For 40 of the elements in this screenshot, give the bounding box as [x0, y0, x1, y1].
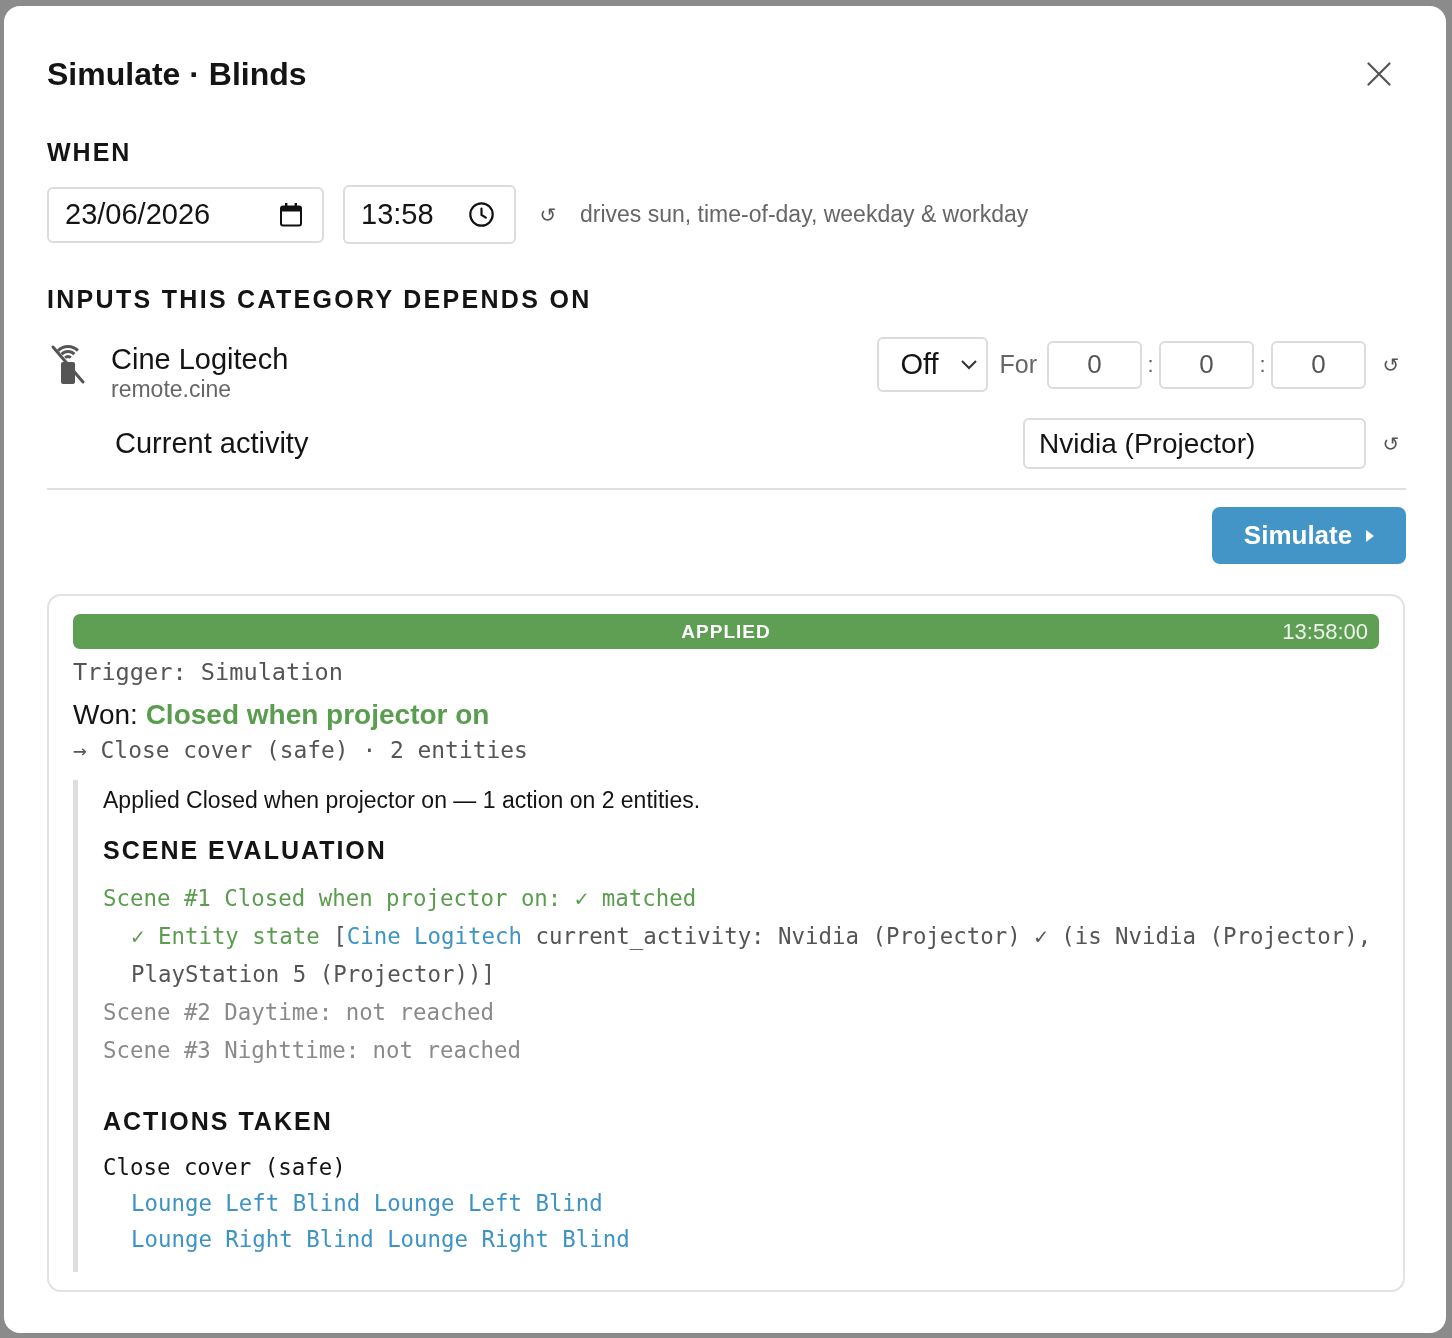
- time-field[interactable]: 13:58: [343, 185, 516, 244]
- status-label: APPLIED: [681, 620, 771, 643]
- caret-right-icon: [1366, 529, 1375, 542]
- attribute-label: Current activity: [115, 427, 309, 460]
- wireless-device-off-icon: [50, 342, 86, 385]
- winner-line: Won: Closed when projector on: [73, 698, 491, 732]
- close-icon: [1367, 62, 1391, 86]
- trigger-text: Trigger: Simulation: [73, 657, 344, 688]
- scene-result: Scene #3 Nighttime: not reached: [103, 1036, 522, 1065]
- section-heading: WHEN: [47, 137, 133, 167]
- condition-line: ✓ Entity state [Cine Logitech current_activity: Nvidia (Projector) ✓ (is Nvidia (Projector), PlayStation 5 (Projector))]: [130, 922, 1373, 989]
- clock-icon: [469, 202, 494, 227]
- duration-field[interactable]: 0: [1047, 340, 1142, 389]
- date-field[interactable]: 23/06/2026: [47, 186, 324, 243]
- time-separator: :: [1146, 351, 1155, 378]
- section-heading: INPUTS THIS CATEGORY DEPENDS ON: [47, 284, 593, 314]
- action-summary: → Close cover (safe) · 2 entities: [73, 736, 529, 765]
- entity-id: remote.cine: [111, 376, 233, 402]
- action-name: Close cover (safe): [103, 1153, 347, 1182]
- activity-field[interactable]: Nvidia (Projector): [1023, 418, 1366, 469]
- reset-button[interactable]: ↺: [1378, 352, 1404, 377]
- reset-button[interactable]: ↺: [535, 202, 561, 227]
- result-message: Applied Closed when projector on — 1 action on 2 entities.: [103, 786, 702, 815]
- hint-text: drives sun, time-of-day, weekday & workday: [580, 201, 1029, 228]
- scene-result: Scene #1 Closed when projector on: ✓ matched: [103, 884, 698, 913]
- duration-field[interactable]: 0: [1271, 340, 1366, 389]
- device-name: Cine Logitech: [111, 342, 289, 376]
- section-heading: ACTIONS TAKEN: [103, 1106, 334, 1137]
- reset-button[interactable]: ↺: [1378, 431, 1404, 456]
- chevron-down-icon: [960, 359, 977, 370]
- for-label: For: [999, 350, 1037, 379]
- duration-field[interactable]: 0: [1159, 340, 1254, 389]
- dialog-title: Simulate · Blinds: [47, 56, 307, 92]
- close-button[interactable]: [1367, 62, 1391, 86]
- status-time: 13:58:00: [1282, 618, 1368, 645]
- state-select[interactable]: Off: [876, 337, 988, 392]
- time-separator: :: [1258, 351, 1267, 378]
- section-heading: SCENE EVALUATION: [103, 835, 388, 866]
- calendar-icon: [280, 202, 302, 227]
- scene-result: Scene #2 Daytime: not reached: [103, 998, 495, 1027]
